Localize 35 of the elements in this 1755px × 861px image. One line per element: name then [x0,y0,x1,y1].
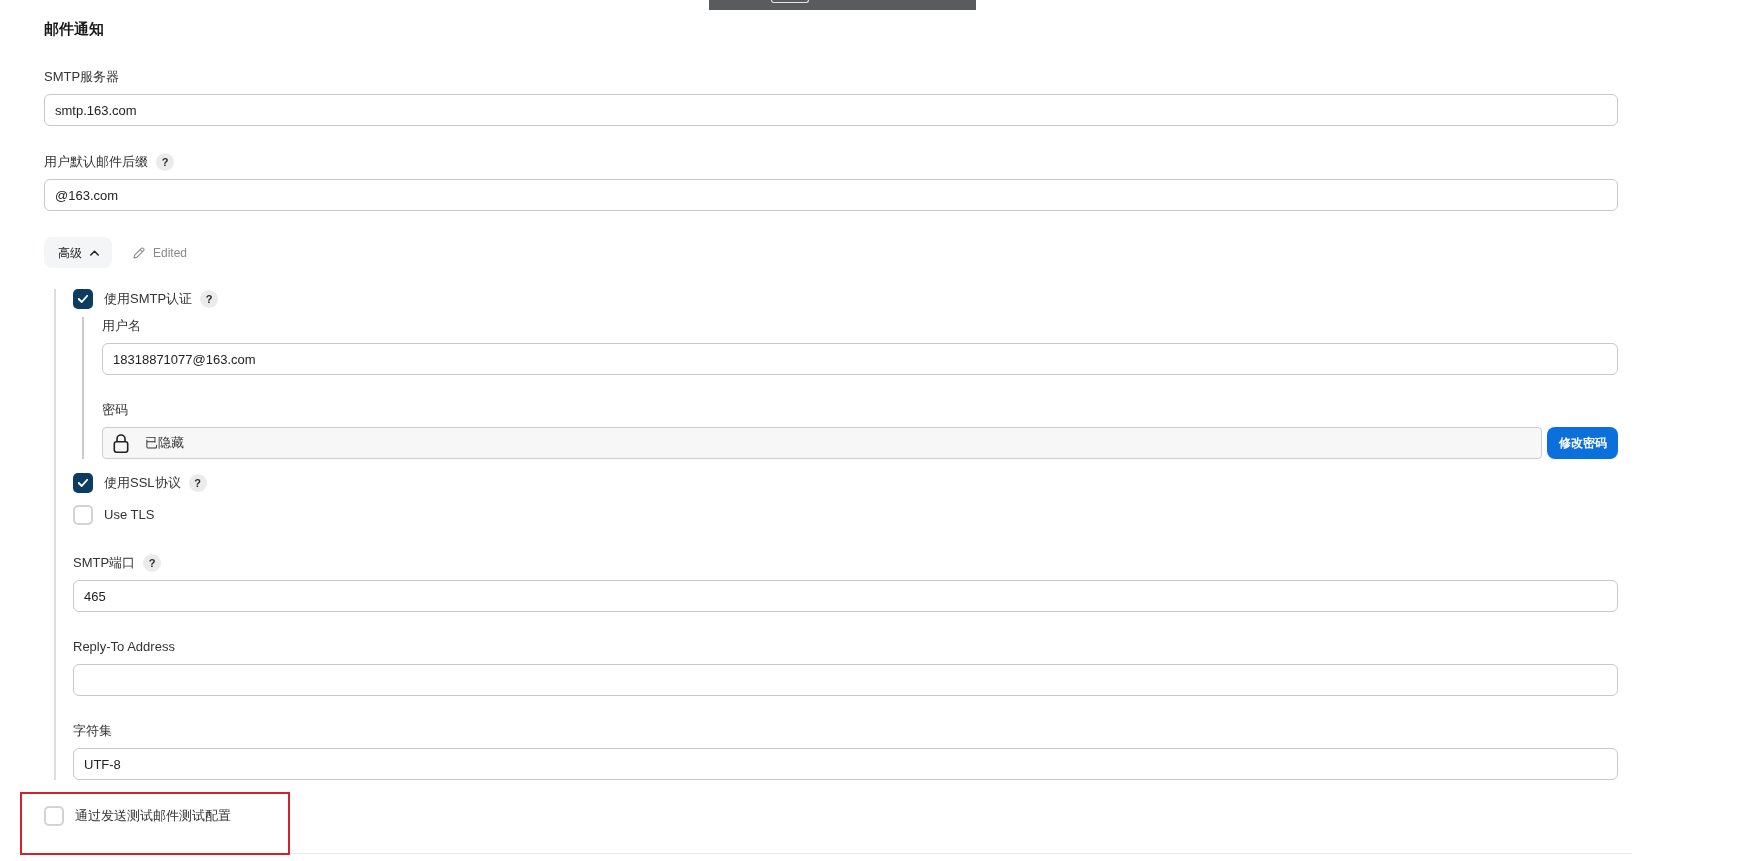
field-label: 用户名 [102,317,141,335]
checkbox[interactable] [73,289,93,309]
help-button[interactable]: ? [156,153,174,171]
text-input[interactable] [73,664,1618,696]
password-field[interactable]: 已隐藏 [102,427,1542,459]
field-label: 密码 [102,401,128,419]
check-icon [78,479,88,487]
checkbox-label: Use TLS [104,506,155,524]
rounded-rect-icon [771,0,809,3]
change-password-button[interactable]: 修改密码 [1547,427,1618,459]
text-input[interactable]: 18318871077@163.com [102,343,1618,375]
checkbox[interactable] [73,473,93,493]
help-button[interactable]: ? [143,554,162,572]
checkbox-label: 使用SSL协议 [104,474,181,492]
advanced-toggle[interactable]: 高级 [44,237,112,268]
text-input[interactable]: UTF-8 [73,748,1618,780]
text-input[interactable]: @163.com [44,179,1618,211]
lock-icon [113,433,129,453]
field-label: Reply-To Address [73,638,175,656]
pencil-icon [133,246,145,259]
checkbox-label: 通过发送测试邮件测试配置 [75,807,231,825]
text-input[interactable]: smtp.163.com [44,94,1618,126]
field-label: SMTP服务器 [44,68,120,86]
text-input[interactable]: 465 [73,580,1618,612]
field-label: SMTP端口 [73,554,136,572]
help-button[interactable]: ? [188,474,207,492]
section-title: 邮件通知 [44,19,105,39]
field-label: 字符集 [73,722,112,740]
edited-label: Edited [153,244,188,262]
help-button[interactable]: ? [200,290,219,308]
checkbox[interactable] [73,505,93,525]
field-label: 用户默认邮件后缀 [44,153,148,171]
checkbox[interactable] [44,806,64,826]
checkbox-label: 使用SMTP认证 [104,290,193,308]
check-icon [78,295,88,303]
